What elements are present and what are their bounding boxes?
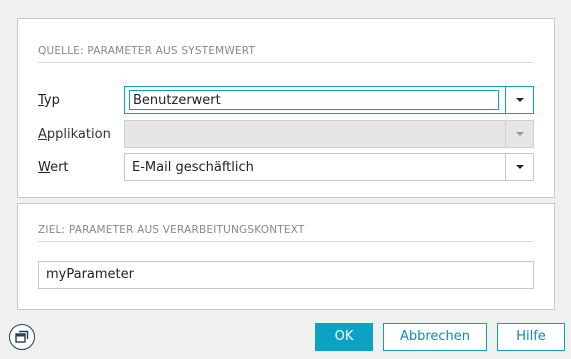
type-dropdown-value[interactable]: Benutzerwert: [129, 90, 499, 110]
type-label-rest: yp: [43, 93, 60, 108]
window-restore-icon[interactable]: [9, 324, 35, 350]
target-panel: ZIEL: PARAMETER AUS VERARBEITUNGSKONTEXT…: [17, 203, 555, 310]
chevron-down-icon: [515, 98, 524, 102]
cancel-button[interactable]: Abbrechen: [383, 323, 487, 351]
parameter-input[interactable]: myParameter: [38, 261, 534, 289]
type-dropdown-button[interactable]: [505, 87, 533, 113]
value-label-rest: ert: [50, 160, 69, 175]
source-section-title: QUELLE: PARAMETER AUS SYSTEMWERT: [38, 45, 534, 63]
application-dropdown-button[interactable]: [505, 121, 533, 147]
target-section-title: ZIEL: PARAMETER AUS VERARBEITUNGSKONTEXT: [38, 224, 534, 242]
chevron-down-icon: [515, 165, 524, 169]
value-label: Wert: [38, 160, 69, 175]
dialog-body: QUELLE: PARAMETER AUS SYSTEMWERT Typ Ben…: [5, 6, 566, 311]
application-dropdown[interactable]: [124, 120, 534, 148]
application-label: Applikation: [38, 127, 111, 142]
value-dropdown-button[interactable]: [505, 154, 533, 180]
chevron-down-icon: [515, 132, 524, 136]
type-label: Typ: [38, 93, 60, 108]
value-dropdown[interactable]: E-Mail geschäftlich: [124, 153, 534, 181]
application-row: Applikation: [38, 120, 534, 148]
window-restore-icon-glyph: [15, 330, 29, 343]
type-dropdown[interactable]: Benutzerwert: [124, 86, 534, 114]
application-label-rest: pplikation: [46, 127, 111, 142]
value-dropdown-value[interactable]: E-Mail geschäftlich: [129, 158, 499, 178]
application-label-mnemonic: A: [38, 127, 47, 142]
value-label-mnemonic: W: [38, 160, 51, 175]
value-row: Wert E-Mail geschäftlich: [38, 153, 534, 181]
type-row: Typ Benutzerwert: [38, 86, 534, 114]
application-dropdown-value: [129, 125, 499, 145]
source-panel: QUELLE: PARAMETER AUS SYSTEMWERT Typ Ben…: [17, 18, 555, 198]
help-button[interactable]: Hilfe: [497, 323, 565, 351]
ok-button[interactable]: OK: [315, 323, 373, 351]
